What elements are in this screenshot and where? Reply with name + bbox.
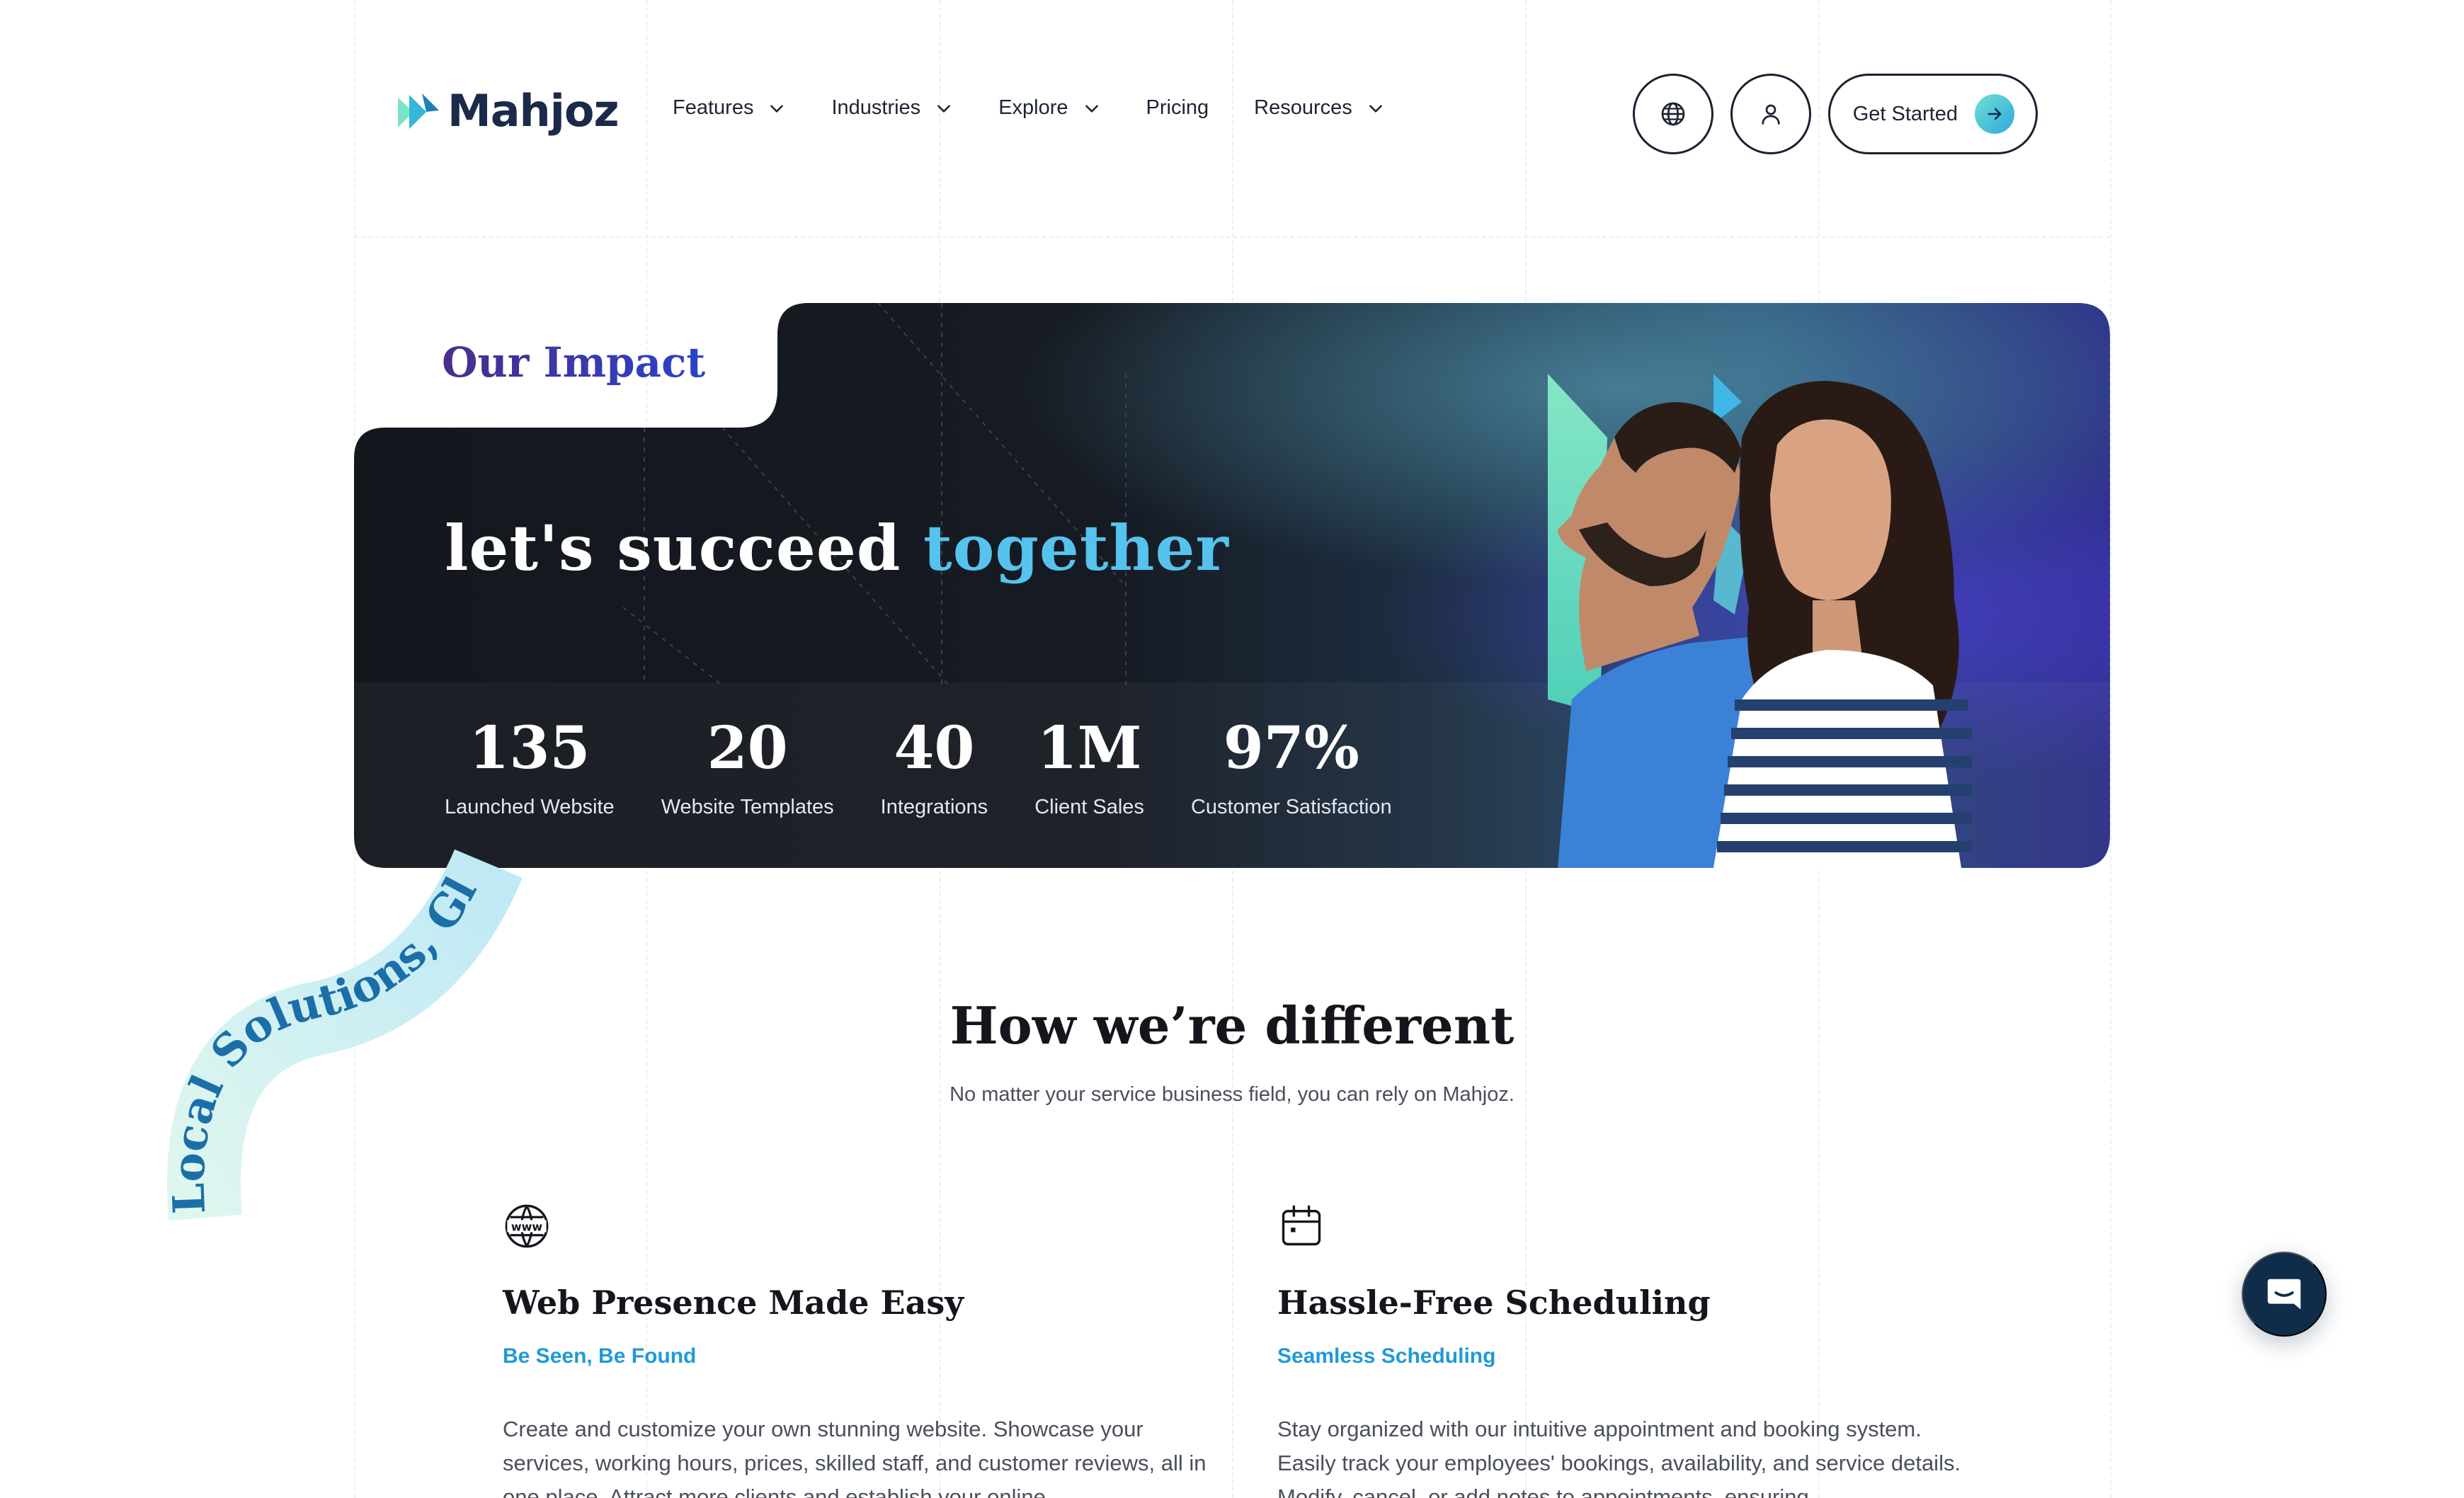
stat-value: 40 [894, 714, 975, 782]
chat-launcher-button[interactable] [2242, 1252, 2327, 1337]
menu-item-label: Pricing [1146, 96, 1209, 119]
get-started-button[interactable]: Get Started [1827, 74, 2038, 154]
feature-title: Hassle-Free Scheduling [1277, 1283, 1711, 1322]
globe-icon [1661, 102, 1685, 126]
www-globe-icon: www [505, 1204, 549, 1248]
section-subtitle: No matter your service business field, y… [949, 1083, 1515, 1106]
stat-website-templates: 20 Website Templates [661, 719, 834, 819]
menu-item-resources[interactable]: Resources [1254, 96, 1385, 120]
stat-client-sales: 1M Client Sales [1034, 719, 1144, 819]
feature-title: Web Presence Made Easy [503, 1283, 964, 1322]
feature-tagline: Seamless Scheduling [1277, 1344, 1496, 1368]
feature-description: Create and customize your own stunning w… [503, 1417, 1207, 1498]
menu-item-label: Resources [1254, 96, 1352, 119]
menu-item-explore[interactable]: Explore [998, 96, 1100, 120]
grid-line [2110, 0, 2111, 1498]
section-title: How we’re different [949, 995, 1515, 1056]
user-icon [1762, 104, 1780, 125]
section-label: Our Impact [442, 338, 706, 387]
calendar-icon [1282, 1205, 1321, 1246]
chevron-down-icon [937, 104, 951, 113]
menu-item-label: Explore [998, 96, 1068, 119]
stats-row: 135 Launched Website 20 Website Template… [445, 719, 1439, 819]
brand-logo[interactable]: Mahjoz [398, 85, 620, 137]
menu-item-industries[interactable]: Industries [831, 96, 953, 120]
language-button[interactable] [1632, 74, 1713, 154]
menu-item-pricing[interactable]: Pricing [1146, 96, 1209, 120]
hero-title-main: let's succeed [445, 511, 924, 585]
hero-title-accent: together [923, 511, 1229, 585]
stat-label: Website Templates [661, 796, 834, 818]
page: Mahjoz Features Industries Explore Prici… [0, 0, 2464, 1498]
stat-customer-satisfaction: 97% Customer Satisfaction [1191, 719, 1392, 819]
menu-item-features[interactable]: Features [673, 96, 786, 120]
stat-value: 20 [707, 714, 788, 782]
stat-label: Client Sales [1034, 796, 1144, 818]
svg-text:www: www [511, 1220, 542, 1233]
stat-integrations: 40 Integrations [881, 719, 988, 819]
hero-title: let's succeed together [445, 511, 1229, 585]
brand-mark-icon [398, 93, 439, 129]
stat-label: Launched Website [445, 796, 615, 818]
chevron-down-icon [770, 104, 784, 113]
stat-launched-websites: 135 Launched Website [445, 719, 615, 819]
stat-label: Customer Satisfaction [1190, 796, 1392, 818]
feature-card-scheduling: Hassle-Free Scheduling Seamless Scheduli… [1277, 1202, 1985, 1498]
chat-icon [2267, 1279, 2301, 1310]
get-started-label: Get Started [1852, 102, 1958, 125]
account-button[interactable] [1730, 74, 1811, 154]
stat-label: Integrations [880, 796, 988, 818]
team-photo [1548, 374, 1972, 868]
chevron-down-icon [1085, 104, 1098, 113]
feature-description: Stay organized with our intuitive appoin… [1277, 1417, 1961, 1498]
grid-line [354, 236, 2110, 238]
chevron-down-icon [1369, 104, 1382, 113]
brand-name: Mahjoz [447, 85, 620, 137]
nav-actions: Get Started [1632, 74, 2038, 154]
arrow-right-icon [1975, 94, 2014, 134]
top-nav: Mahjoz Features Industries Explore Prici… [374, 55, 2038, 171]
stat-value: 1M [1037, 714, 1142, 782]
feature-tagline: Be Seen, Be Found [503, 1344, 697, 1368]
main-menu: Features Industries Explore Pricing Reso… [673, 96, 1430, 120]
menu-item-label: Features [673, 96, 754, 119]
feature-card-web-presence: www Web Presence Made Easy Be Seen, Be F… [503, 1202, 1211, 1498]
menu-item-label: Industries [831, 96, 921, 119]
stat-value: 97% [1223, 714, 1359, 782]
stat-value: 135 [469, 714, 591, 782]
